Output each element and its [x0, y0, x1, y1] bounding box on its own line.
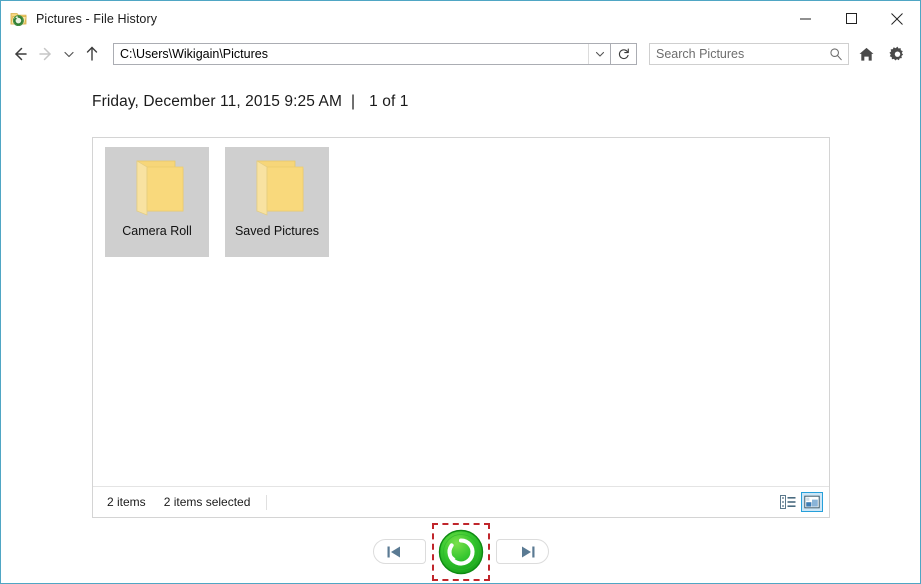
close-button[interactable]	[874, 1, 920, 36]
maximize-icon	[845, 13, 857, 24]
page-title: Friday, December 11, 2015 9:25 AM | 1 of 1	[1, 72, 920, 111]
folder-open-icon	[241, 153, 313, 219]
file-items-area: Camera Roll Saved Pictures	[93, 138, 829, 486]
refresh-icon	[618, 48, 629, 60]
navigation-toolbar: C:\Users\Wikigain\Pictures	[1, 36, 920, 72]
home-icon	[859, 47, 873, 61]
up-button[interactable]	[79, 40, 105, 68]
status-bar: 2 items 2 items selected	[93, 486, 829, 517]
window-title: Pictures - File History	[36, 11, 158, 26]
details-view-icon	[780, 495, 796, 509]
window-controls	[782, 1, 920, 36]
refresh-button[interactable]	[611, 43, 637, 65]
view-toggle-group	[777, 492, 823, 512]
previous-version-button[interactable]	[372, 539, 426, 564]
list-item-label: Camera Roll	[122, 224, 192, 238]
search-input[interactable]	[650, 46, 824, 62]
header-position: 1 of 1	[369, 93, 409, 110]
address-path: C:\Users\Wikigain\Pictures	[120, 47, 268, 61]
recent-locations-button[interactable]	[59, 40, 79, 68]
list-item[interactable]: Camera Roll	[105, 147, 209, 257]
next-version-button[interactable]	[495, 539, 549, 564]
restore-button-highlight	[431, 522, 490, 581]
skip-next-icon	[521, 546, 534, 557]
address-bar[interactable]: C:\Users\Wikigain\Pictures	[113, 43, 611, 65]
folder-open-icon	[121, 153, 193, 219]
chevron-down-icon	[595, 51, 604, 57]
search-box[interactable]	[649, 43, 849, 65]
list-item[interactable]: Saved Pictures	[225, 147, 329, 257]
title-bar: Pictures - File History	[1, 1, 920, 36]
version-nav-cluster	[372, 522, 549, 581]
search-icon	[830, 48, 842, 61]
restore-button[interactable]	[438, 529, 484, 575]
address-dropdown-button[interactable]	[588, 44, 610, 64]
maximize-button[interactable]	[828, 1, 874, 36]
file-list-panel: Camera Roll Saved Pictures 2 items 2 ite…	[92, 137, 830, 518]
forward-button[interactable]	[33, 40, 59, 68]
file-history-window: Pictures - File History C:\Users\Wikigai…	[0, 0, 921, 584]
minimize-button[interactable]	[782, 1, 828, 36]
status-item-count: 2 items	[107, 495, 146, 509]
chevron-down-icon	[64, 51, 74, 58]
header-separator: |	[351, 93, 356, 110]
file-history-folder-icon	[10, 10, 28, 28]
settings-button[interactable]	[883, 40, 911, 68]
home-button[interactable]	[852, 40, 880, 68]
status-selection: 2 items selected	[163, 495, 251, 509]
search-button[interactable]	[824, 47, 848, 61]
gear-icon	[888, 46, 903, 61]
arrow-left-icon	[15, 47, 27, 61]
details-view-button[interactable]	[777, 492, 799, 512]
large-icons-view-button[interactable]	[801, 492, 823, 512]
status-divider	[266, 494, 268, 510]
header-date: Friday, December 11, 2015 9:25 AM	[92, 93, 342, 110]
skip-previous-icon	[387, 546, 400, 557]
large-icons-view-icon	[804, 495, 820, 509]
arrow-up-icon	[86, 46, 98, 61]
back-button[interactable]	[7, 40, 33, 68]
version-navigation-bar	[1, 520, 920, 583]
close-icon	[891, 12, 903, 25]
arrow-right-icon	[39, 47, 51, 61]
minimize-icon	[799, 18, 811, 20]
list-item-label: Saved Pictures	[234, 224, 320, 238]
